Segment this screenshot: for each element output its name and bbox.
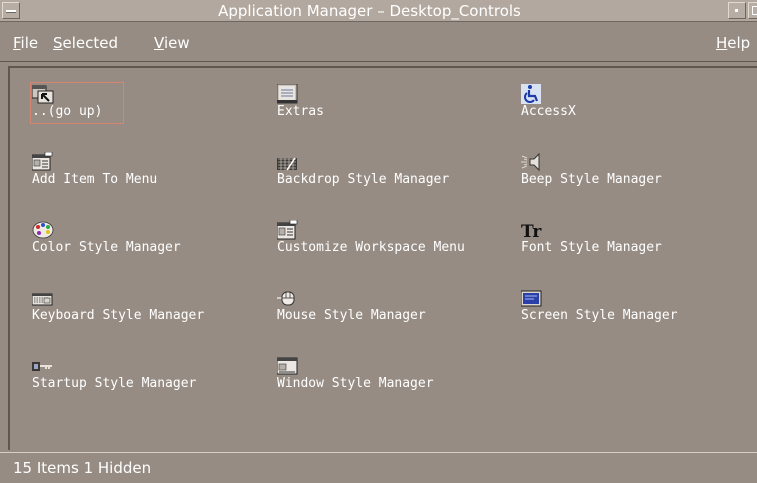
item-label: Window Style Manager	[277, 376, 434, 391]
startup-icon	[32, 362, 52, 371]
menu-selected-label: elected	[62, 34, 119, 52]
item-label: Keyboard Style Manager	[32, 308, 205, 323]
item-label: Customize Workspace Menu	[277, 240, 465, 255]
workspace-menu-icon	[277, 220, 298, 240]
screen-icon	[521, 290, 542, 307]
menu-view-label: iew	[163, 34, 190, 52]
minimize-icon	[735, 9, 738, 12]
menu-help-mnemonic: H	[716, 34, 728, 52]
item-label: Extras	[277, 104, 324, 119]
menu-help[interactable]: Help	[716, 34, 750, 52]
menu-help-label: elp	[727, 34, 751, 52]
window-icon	[277, 357, 298, 375]
menu-file[interactable]: File	[13, 34, 38, 52]
accessibility-icon	[521, 84, 541, 104]
palette-icon	[32, 221, 54, 239]
font-icon: Tr	[521, 222, 542, 240]
add-item-icon	[32, 152, 53, 171]
status-text: 15 Items 1 Hidden	[13, 459, 152, 477]
icon-view-pane[interactable]: ..(go up) Extras AccessX Add Item To Men…	[8, 66, 757, 450]
menu-bar: File Selected View Help	[0, 22, 757, 62]
font-icon-glyph: Tr	[521, 222, 542, 240]
mouse-icon	[277, 291, 295, 306]
item-label: Beep Style Manager	[521, 172, 662, 187]
go-up-icon	[32, 85, 54, 104]
item-label: Color Style Manager	[32, 240, 181, 255]
item-label: AccessX	[521, 104, 576, 119]
backdrop-icon	[277, 157, 297, 171]
minimize-button[interactable]	[728, 2, 746, 19]
item-label: Screen Style Manager	[521, 308, 678, 323]
menu-selected[interactable]: Selected	[53, 34, 118, 52]
menu-file-mnemonic: F	[13, 34, 21, 52]
item-label: Mouse Style Manager	[277, 308, 426, 323]
maximize-icon	[752, 6, 757, 15]
menu-selected-mnemonic: S	[53, 34, 63, 52]
speaker-icon	[521, 152, 540, 172]
window-menu-icon	[6, 10, 16, 13]
window-title: Application Manager – Desktop_Controls	[218, 2, 521, 20]
item-label: Startup Style Manager	[32, 376, 197, 391]
menu-view[interactable]: View	[154, 34, 190, 52]
item-label: Add Item To Menu	[32, 172, 158, 187]
extras-folder-icon	[277, 84, 298, 104]
window-menu-button[interactable]	[2, 2, 20, 19]
maximize-button[interactable]	[748, 2, 757, 19]
item-label: Backdrop Style Manager	[277, 172, 450, 187]
menu-view-mnemonic: V	[154, 34, 164, 52]
item-label: ..(go up)	[32, 104, 103, 119]
status-bar: 15 Items 1 Hidden	[0, 452, 757, 483]
menu-file-label: ile	[20, 34, 39, 52]
item-label: Font Style Manager	[521, 240, 662, 255]
keyboard-icon	[32, 293, 53, 306]
title-bar[interactable]: Application Manager – Desktop_Controls	[0, 0, 757, 22]
